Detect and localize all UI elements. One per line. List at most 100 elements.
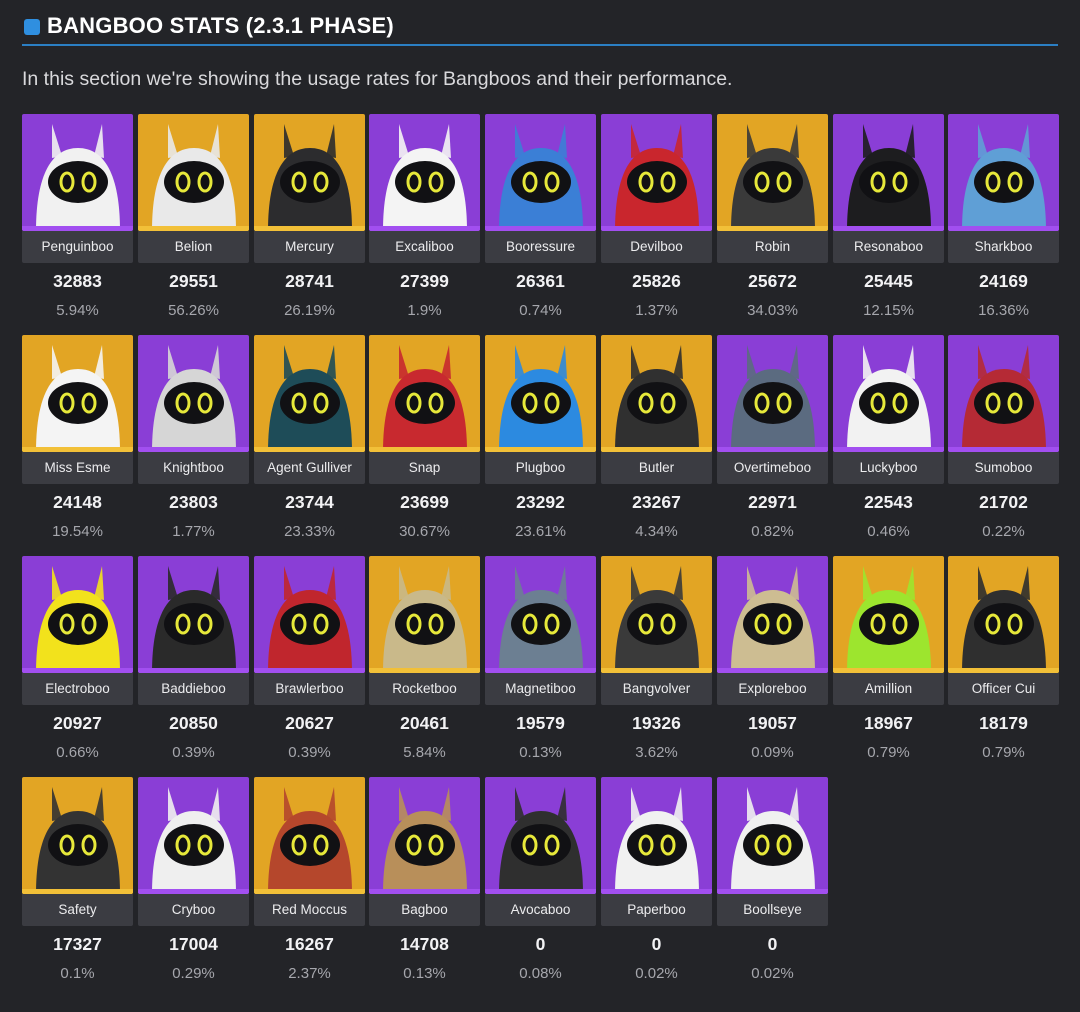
- bangboo-name: Overtimeboo: [717, 452, 828, 484]
- bangboo-card[interactable]: Miss Esme 24148 19.54%: [22, 335, 133, 545]
- cap-bangboo-portrait-icon: [369, 335, 480, 452]
- bangboo-card[interactable]: Bagboo 14708 0.13%: [369, 777, 480, 987]
- bangboo-usage-rate: 23.33%: [284, 523, 335, 540]
- bangboo-usage-count: 19057: [748, 713, 797, 733]
- avocado-bangboo-portrait-icon: [485, 777, 596, 894]
- bangboo-usage-count: 20927: [53, 713, 102, 733]
- bangboo-usage-rate: 0.22%: [982, 523, 1025, 540]
- bangboo-usage-rate: 16.36%: [978, 302, 1029, 319]
- bangboo-usage-rate: 0.08%: [519, 965, 562, 982]
- hardhat-bangboo-portrait-icon: [22, 777, 133, 894]
- bangboo-card[interactable]: Booressure 26361 0.74%: [485, 114, 596, 324]
- bangboo-name: Bangvolver: [601, 673, 712, 705]
- bangboo-name: Mercury: [254, 231, 365, 263]
- bangboo-card[interactable]: Paperboo 0 0.02%: [601, 777, 712, 987]
- bangboo-name: Robin: [717, 231, 828, 263]
- bangboo-card[interactable]: Knightboo 23803 1.77%: [138, 335, 249, 545]
- bangboo-card[interactable]: Robin 25672 34.03%: [717, 114, 828, 324]
- bangboo-usage-count: 23699: [400, 492, 449, 512]
- bangboo-usage-count: 32883: [53, 271, 102, 291]
- helmet-bangboo-portrait-icon: [254, 114, 365, 231]
- bangboo-usage-count: 21702: [979, 492, 1028, 512]
- bangboo-usage-rate: 3.62%: [635, 744, 678, 761]
- bangboo-card[interactable]: Amillion 18967 0.79%: [833, 556, 944, 766]
- section-header: BANGBOO STATS (2.3.1 PHASE): [22, 12, 1058, 46]
- bird-bangboo-portrait-icon: [717, 114, 828, 231]
- bangboo-name: Devilboo: [601, 231, 712, 263]
- bangboo-card[interactable]: Resonaboo 25445 12.15%: [833, 114, 944, 324]
- bangboo-usage-rate: 5.94%: [56, 302, 99, 319]
- bangboo-card[interactable]: Mercury 28741 26.19%: [254, 114, 365, 324]
- bangboo-card[interactable]: Rocketboo 20461 5.84%: [369, 556, 480, 766]
- bangboo-name: Magnetiboo: [485, 673, 596, 705]
- bangboo-card[interactable]: Cryboo 17004 0.29%: [138, 777, 249, 987]
- bangboo-name: Bagboo: [369, 894, 480, 926]
- bangboo-card[interactable]: Electroboo 20927 0.66%: [22, 556, 133, 766]
- bangboo-card[interactable]: Safety 17327 0.1%: [22, 777, 133, 987]
- bangboo-card[interactable]: Officer Cui 18179 0.79%: [948, 556, 1059, 766]
- bangboo-card[interactable]: Boollseye 0 0.02%: [717, 777, 828, 987]
- bangboo-name: Penguinboo: [22, 231, 133, 263]
- bear-bangboo-portrait-icon: [22, 335, 133, 452]
- bangboo-card[interactable]: Sumoboo 21702 0.22%: [948, 335, 1059, 545]
- bangboo-name: Resonaboo: [833, 231, 944, 263]
- bangboo-usage-rate: 26.19%: [284, 302, 335, 319]
- bangboo-card[interactable]: Butler 23267 4.34%: [601, 335, 712, 545]
- bangboo-name: Sharkboo: [948, 231, 1059, 263]
- bangboo-card[interactable]: Devilboo 25826 1.37%: [601, 114, 712, 324]
- bangboo-card[interactable]: Plugboo 23292 23.61%: [485, 335, 596, 545]
- bangboo-card[interactable]: Exploreboo 19057 0.09%: [717, 556, 828, 766]
- bangboo-card[interactable]: Baddieboo 20850 0.39%: [138, 556, 249, 766]
- bangboo-usage-rate: 0.39%: [172, 744, 215, 761]
- bangboo-usage-count: 23803: [169, 492, 218, 512]
- bangboo-name: Electroboo: [22, 673, 133, 705]
- magnet-bangboo-portrait-icon: [485, 556, 596, 673]
- bangboo-usage-rate: 0.66%: [56, 744, 99, 761]
- bangboo-usage-count: 17327: [53, 934, 102, 954]
- paper-bangboo-portrait-icon: [601, 777, 712, 894]
- bangboo-usage-rate: 0.13%: [519, 744, 562, 761]
- bangvolver-bangboo-portrait-icon: [601, 556, 712, 673]
- bangboo-usage-count: 25672: [748, 271, 797, 291]
- sumo-bangboo-portrait-icon: [948, 335, 1059, 452]
- bangboo-card[interactable]: Luckyboo 22543 0.46%: [833, 335, 944, 545]
- brawler-bangboo-portrait-icon: [254, 556, 365, 673]
- bangboo-card[interactable]: Sharkboo 24169 16.36%: [948, 114, 1059, 324]
- crown-bangboo-portrait-icon: [369, 114, 480, 231]
- bangboo-name: Rocketboo: [369, 673, 480, 705]
- bangboo-name: Belion: [138, 231, 249, 263]
- bangboo-card[interactable]: Snap 23699 30.67%: [369, 335, 480, 545]
- bangboo-card[interactable]: Agent Gulliver 23744 23.33%: [254, 335, 365, 545]
- bangboo-usage-count: 25445: [864, 271, 913, 291]
- bangboo-name: Sumoboo: [948, 452, 1059, 484]
- bangboo-usage-count: 23744: [285, 492, 334, 512]
- knight-bangboo-portrait-icon: [138, 335, 249, 452]
- bangboo-grid: Penguinboo 32883 5.94% Belion 29551 56.26% Mer…: [22, 114, 1062, 1004]
- bangboo-card[interactable]: Magnetiboo 19579 0.13%: [485, 556, 596, 766]
- penguin-bangboo-portrait-icon: [22, 114, 133, 231]
- overtime-bangboo-portrait-icon: [717, 335, 828, 452]
- bangboo-usage-rate: 0.46%: [867, 523, 910, 540]
- explorer-hat-bangboo-portrait-icon: [717, 556, 828, 673]
- bangboo-usage-rate: 0.02%: [635, 965, 678, 982]
- agent-bangboo-portrait-icon: [254, 335, 365, 452]
- section-intro: In this section we're showing the usage …: [22, 68, 733, 90]
- bangboo-card[interactable]: Excaliboo 27399 1.9%: [369, 114, 480, 324]
- glasses-bangboo-portrait-icon: [138, 777, 249, 894]
- bangboo-usage-count: 20461: [400, 713, 449, 733]
- bangboo-card[interactable]: Avocaboo 0 0.08%: [485, 777, 596, 987]
- bangboo-usage-count: 23267: [632, 492, 681, 512]
- bangboo-card[interactable]: Bangvolver 19326 3.62%: [601, 556, 712, 766]
- bangboo-usage-count: 28741: [285, 271, 334, 291]
- bangboo-usage-count: 19326: [632, 713, 681, 733]
- bangboo-card[interactable]: Belion 29551 56.26%: [138, 114, 249, 324]
- bangboo-card[interactable]: Red Moccus 16267 2.37%: [254, 777, 365, 987]
- bangboo-card[interactable]: Brawlerboo 20627 0.39%: [254, 556, 365, 766]
- boar-bangboo-portrait-icon: [254, 777, 365, 894]
- bangboo-name: Brawlerboo: [254, 673, 365, 705]
- bangboo-usage-count: 0: [535, 934, 546, 954]
- bangboo-usage-rate: 0.1%: [60, 965, 95, 982]
- bangboo-card[interactable]: Penguinboo 32883 5.94%: [22, 114, 133, 324]
- bangboo-card[interactable]: Overtimeboo 22971 0.82%: [717, 335, 828, 545]
- lion-bangboo-portrait-icon: [138, 114, 249, 231]
